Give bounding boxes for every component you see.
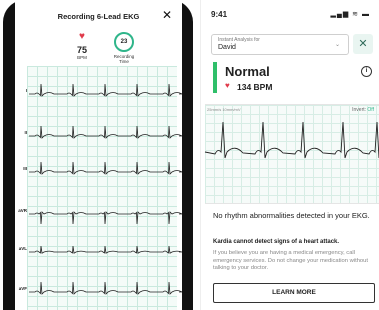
heart-icon: ♥ [225,81,230,90]
instant-analysis-select[interactable]: Instant Analysis for David ⌄ [211,34,349,55]
recording-time-stat: 23 Recording Time [107,32,141,64]
info-icon[interactable]: i [361,66,372,77]
person-name: David [218,44,236,51]
instant-analysis-label: Instant Analysis for [218,37,260,43]
warning-title: Kardia cannot detect signs of a heart at… [213,239,340,245]
invert-toggle[interactable]: Invert: Off [352,107,374,113]
bpm-stat: ♥ 75 BPM [69,31,95,61]
lead-label-ii: II [24,130,27,135]
warning-description: If you believe you are having a medical … [213,250,368,271]
lead-label-i: I [25,88,27,93]
lead-trace-avl [29,245,182,254]
ekg-grid [27,66,177,310]
left-phone: Recording 6-Lead EKG ✕ ♥ 75 BPM 23 Recor… [3,0,193,310]
recording-time-value: 23 [120,39,128,45]
right-phone: 9:41 ▂▄▆ ≋ ▬ Instant Analysis for David … [200,0,379,310]
close-icon[interactable]: ✕ [353,34,373,54]
lead-trace-i [29,83,182,97]
lead-label-avl: aVL [18,246,27,251]
bpm-label: BPM [77,55,87,60]
learn-more-button[interactable]: LEARN MORE [213,283,375,303]
recording-time-ring: 23 [114,32,134,52]
bpm-value: 75 [76,45,87,55]
recording-time-label: Recording Time [107,54,141,64]
chevron-down-icon: ⌄ [334,42,340,48]
result-bpm: 134 BPM [237,82,273,92]
scale-label: 25mm/s 10mm/mV [207,107,241,112]
ekg-trace [204,121,379,159]
status-time: 9:41 [211,10,228,19]
recording-time-label-line2: Time [119,59,129,64]
close-icon[interactable]: ✕ [162,8,172,22]
heart-icon: ♥ [79,31,85,42]
status-icons: ▂▄▆ ≋ ▬ [330,11,370,18]
lead-label-avr: aVR [18,208,27,213]
lead-trace-avr [29,211,182,225]
lead-trace-iii [29,161,182,175]
lead-trace-avf [29,281,182,295]
invert-label: Invert: [352,107,367,113]
lead-trace-ii [29,125,182,139]
recording-screen: Recording 6-Lead EKG ✕ ♥ 75 BPM 23 Recor… [15,0,182,310]
invert-value: Off [367,107,374,113]
lead-label-avf: aVF [18,286,27,291]
result-message: No rhythm abnormalities detected in your… [213,211,370,220]
recording-title: Recording 6-Lead EKG [57,12,140,21]
result-title: Normal [225,64,270,79]
lead-label-iii: III [23,166,27,171]
recording-header: Recording 6-Lead EKG ✕ [15,6,182,26]
ekg-trace-line [204,121,379,159]
result-accent-bar [213,62,217,93]
